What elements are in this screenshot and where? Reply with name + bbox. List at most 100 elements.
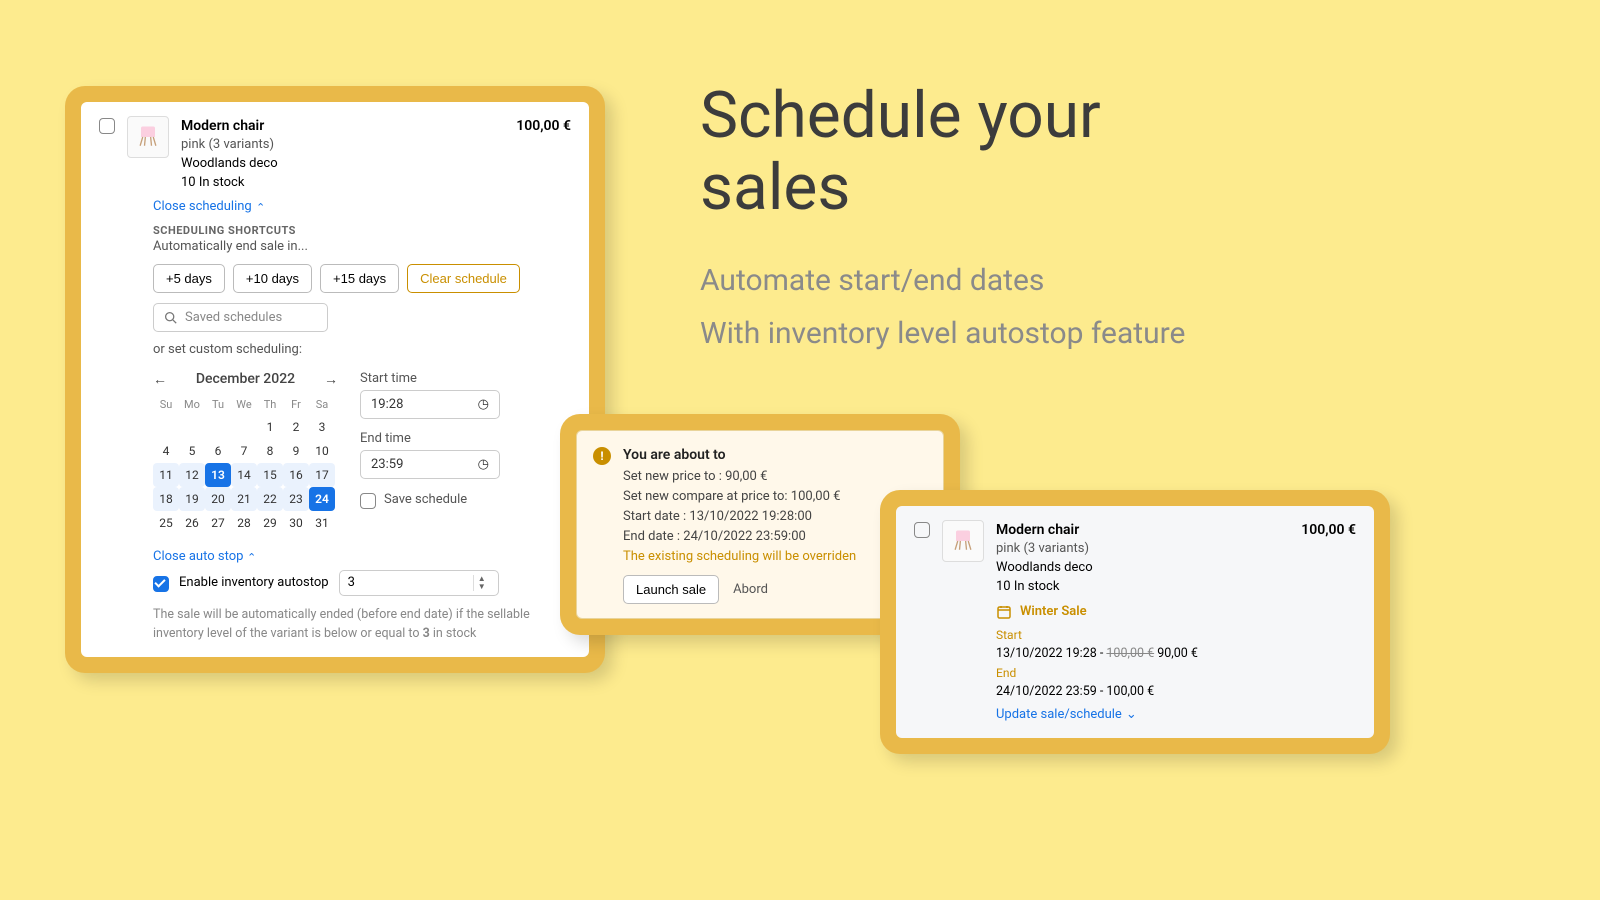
saved-schedules-search[interactable]: Saved schedules bbox=[153, 303, 328, 332]
calendar-day[interactable]: 16 bbox=[283, 463, 309, 487]
product-price: 100,00 € bbox=[516, 116, 571, 136]
calendar-day bbox=[231, 415, 257, 439]
product-thumbnail bbox=[127, 116, 169, 158]
calendar-day[interactable]: 6 bbox=[205, 439, 231, 463]
calendar-day[interactable]: 30 bbox=[283, 511, 309, 535]
calendar-dow: Tu bbox=[205, 394, 231, 415]
plus-5-days-button[interactable]: +5 days bbox=[153, 264, 225, 293]
calendar-day[interactable]: 14 bbox=[231, 463, 257, 487]
start-time-input[interactable]: 19:28 ◷ bbox=[360, 390, 500, 419]
calendar-day[interactable]: 7 bbox=[231, 439, 257, 463]
calendar-day[interactable]: 27 bbox=[205, 511, 231, 535]
next-month-button[interactable]: → bbox=[324, 371, 338, 388]
chair-icon bbox=[134, 123, 162, 151]
stock-label: 10 In stock bbox=[181, 174, 571, 193]
calendar-day[interactable]: 20 bbox=[205, 487, 231, 511]
save-schedule-checkbox[interactable] bbox=[360, 493, 376, 509]
clear-schedule-button[interactable]: Clear schedule bbox=[407, 264, 520, 293]
calendar-day[interactable]: 9 bbox=[283, 439, 309, 463]
hero-sub-line2: With inventory level autostop feature bbox=[700, 308, 1185, 361]
calendar-day[interactable]: 29 bbox=[257, 511, 283, 535]
product-name: Modern chair bbox=[996, 520, 1079, 540]
warning-icon: ! bbox=[593, 447, 611, 465]
calendar-icon bbox=[996, 604, 1012, 620]
clock-icon: ◷ bbox=[478, 457, 489, 472]
calendar-day[interactable]: 25 bbox=[153, 511, 179, 535]
autostop-help-text: The sale will be automatically ended (be… bbox=[153, 606, 571, 644]
calendar-day[interactable]: 8 bbox=[257, 439, 283, 463]
calendar-day[interactable]: 23 bbox=[283, 487, 309, 511]
variants-link[interactable]: (3 variants) bbox=[208, 137, 274, 152]
calendar-dow: Mo bbox=[179, 394, 205, 415]
hero-title: Schedule your sales bbox=[700, 80, 1101, 223]
calendar-day bbox=[153, 415, 179, 439]
confirm-line-price: Set new price to : 90,00 € bbox=[623, 467, 856, 487]
calendar-day[interactable]: 1 bbox=[257, 415, 283, 439]
enable-autostop-checkbox[interactable] bbox=[153, 576, 169, 592]
calendar-day[interactable]: 18 bbox=[153, 487, 179, 511]
calendar-day[interactable]: 2 bbox=[283, 415, 309, 439]
calendar-day[interactable]: 13 bbox=[205, 463, 231, 487]
confirm-line-end: End date : 24/10/2022 23:59:00 bbox=[623, 527, 856, 547]
hero-title-line1: Schedule your bbox=[700, 78, 1101, 153]
stepper-down-icon[interactable]: ▼ bbox=[474, 583, 490, 591]
save-schedule-label: Save schedule bbox=[384, 492, 467, 507]
calendar-day[interactable]: 28 bbox=[231, 511, 257, 535]
vendor-name: Woodlands deco bbox=[996, 559, 1356, 578]
calendar-day[interactable]: 11 bbox=[153, 463, 179, 487]
variants-link[interactable]: (3 variants) bbox=[1023, 541, 1089, 556]
autostop-threshold-input[interactable]: 3 ▲▼ bbox=[339, 570, 499, 596]
close-autostop-link[interactable]: Close auto stop ⌄ bbox=[153, 549, 257, 564]
calendar-day[interactable]: 10 bbox=[309, 439, 335, 463]
calendar-day bbox=[179, 415, 205, 439]
calendar-day[interactable]: 4 bbox=[153, 439, 179, 463]
product-checkbox[interactable] bbox=[99, 118, 115, 134]
calendar-day[interactable]: 5 bbox=[179, 439, 205, 463]
sale-name: Winter Sale bbox=[1020, 603, 1087, 622]
calendar-day[interactable]: 17 bbox=[309, 463, 335, 487]
end-line: 24/10/2022 23:59 - 100,00 € bbox=[996, 682, 1356, 701]
calendar-day[interactable]: 31 bbox=[309, 511, 335, 535]
prev-month-button[interactable]: ← bbox=[153, 371, 167, 388]
enable-autostop-label: Enable inventory autostop bbox=[179, 575, 329, 590]
calendar-day[interactable]: 12 bbox=[179, 463, 205, 487]
close-scheduling-link[interactable]: Close scheduling ⌄ bbox=[153, 199, 265, 214]
calendar-day bbox=[205, 415, 231, 439]
hero-sub-line1: Automate start/end dates bbox=[700, 255, 1185, 308]
abort-button[interactable]: Abord bbox=[733, 580, 768, 600]
hero-subtitle: Automate start/end dates With inventory … bbox=[700, 255, 1185, 360]
vendor-name: Woodlands deco bbox=[181, 155, 571, 174]
scheduled-product-panel: Modern chair 100,00 € pink (3 variants) … bbox=[880, 490, 1390, 754]
confirm-line-start: Start date : 13/10/2022 19:28:00 bbox=[623, 507, 856, 527]
end-time-label: End time bbox=[360, 431, 500, 446]
product-thumbnail bbox=[942, 520, 984, 562]
start-time-label: Start time bbox=[360, 371, 500, 386]
calendar-dow: Fr bbox=[283, 394, 309, 415]
end-time-input[interactable]: 23:59 ◷ bbox=[360, 450, 500, 479]
calendar[interactable]: ← December 2022 → SuMoTuWeThFrSa12345678… bbox=[153, 371, 338, 535]
end-label: End bbox=[996, 664, 1356, 683]
calendar-day[interactable]: 19 bbox=[179, 487, 205, 511]
plus-15-days-button[interactable]: +15 days bbox=[320, 264, 399, 293]
product-checkbox[interactable] bbox=[914, 522, 930, 538]
shortcuts-sub: Automatically end sale in... bbox=[153, 239, 571, 254]
calendar-day[interactable]: 21 bbox=[231, 487, 257, 511]
product-price: 100,00 € bbox=[1301, 520, 1356, 540]
chair-icon bbox=[949, 527, 977, 555]
hero-title-line2: sales bbox=[700, 150, 850, 225]
calendar-day[interactable]: 24 bbox=[309, 487, 335, 511]
launch-sale-button[interactable]: Launch sale bbox=[623, 575, 719, 604]
chevron-up-icon: ⌄ bbox=[247, 550, 256, 563]
calendar-day[interactable]: 22 bbox=[257, 487, 283, 511]
update-sale-link[interactable]: Update sale/schedule ⌄ bbox=[996, 706, 1137, 725]
calendar-day[interactable]: 26 bbox=[179, 511, 205, 535]
month-label: December 2022 bbox=[196, 371, 295, 387]
clock-icon: ◷ bbox=[478, 397, 489, 412]
calendar-day[interactable]: 15 bbox=[257, 463, 283, 487]
plus-10-days-button[interactable]: +10 days bbox=[233, 264, 312, 293]
search-icon bbox=[164, 311, 177, 324]
product-name: Modern chair bbox=[181, 116, 264, 136]
calendar-dow: Su bbox=[153, 394, 179, 415]
shortcuts-label: SCHEDULING SHORTCUTS bbox=[153, 224, 571, 237]
calendar-day[interactable]: 3 bbox=[309, 415, 335, 439]
